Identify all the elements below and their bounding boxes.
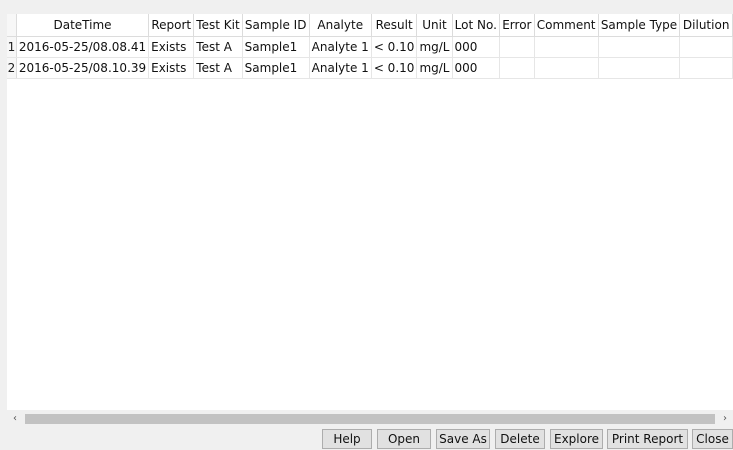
header-corner[interactable] xyxy=(7,14,17,37)
column-header-sample-type[interactable]: Sample Type xyxy=(598,14,681,37)
scroll-track[interactable] xyxy=(25,414,715,424)
cell-analyte[interactable]: Analyte 1 xyxy=(309,36,372,58)
column-header-unit[interactable]: Unit xyxy=(416,14,453,37)
horizontal-scrollbar[interactable]: ‹ › xyxy=(7,410,733,428)
column-header-error[interactable]: Error xyxy=(499,14,535,37)
column-header-analyte[interactable]: Analyte xyxy=(309,14,372,37)
column-header-report[interactable]: Report xyxy=(148,14,195,37)
cell-test-kit[interactable]: Test A xyxy=(193,57,243,79)
cell-dilution[interactable] xyxy=(679,57,733,79)
cell-comment[interactable] xyxy=(534,57,599,79)
cell-sample-id[interactable]: Sample1 xyxy=(242,36,310,58)
button-bar: Help Open Save As Delete Explore Print R… xyxy=(0,428,733,450)
column-header-sample-id[interactable]: Sample ID xyxy=(242,14,310,37)
column-header-lot-no[interactable]: Lot No. xyxy=(452,14,501,37)
cell-comment[interactable] xyxy=(534,36,599,58)
column-header-result[interactable]: Result xyxy=(371,14,418,37)
cell-dilution[interactable] xyxy=(679,36,733,58)
cell-datetime[interactable]: 2016-05-25/08.10.39 xyxy=(16,57,150,79)
cell-result[interactable]: < 0.10 xyxy=(371,36,418,58)
help-button[interactable]: Help xyxy=(322,429,372,449)
cell-unit[interactable]: mg/L xyxy=(416,57,453,79)
cell-sample-id[interactable]: Sample1 xyxy=(242,57,310,79)
column-header-comment[interactable]: Comment xyxy=(534,14,599,37)
cell-error[interactable] xyxy=(499,36,535,58)
cell-unit[interactable]: mg/L xyxy=(416,36,453,58)
delete-button[interactable]: Delete xyxy=(495,429,545,449)
cell-sample-type[interactable] xyxy=(598,36,681,58)
save-as-button[interactable]: Save As xyxy=(436,429,490,449)
cell-lot-no[interactable]: 000 xyxy=(452,36,501,58)
open-button[interactable]: Open xyxy=(377,429,431,449)
table-header-row: DateTime Report Test Kit Sample ID Analy… xyxy=(7,14,733,37)
cell-result[interactable]: < 0.10 xyxy=(371,57,418,79)
cell-sample-type[interactable] xyxy=(598,57,681,79)
cell-report[interactable]: Exists xyxy=(148,36,195,58)
print-report-button[interactable]: Print Report xyxy=(607,429,688,449)
results-table-area[interactable]: DateTime Report Test Kit Sample ID Analy… xyxy=(7,14,733,410)
scroll-thumb[interactable] xyxy=(25,414,715,424)
cell-report[interactable]: Exists xyxy=(148,57,195,79)
column-header-datetime[interactable]: DateTime xyxy=(16,14,150,37)
row-number[interactable]: 1 xyxy=(7,36,17,58)
scroll-right-icon[interactable]: › xyxy=(717,410,733,428)
scroll-left-icon[interactable]: ‹ xyxy=(7,410,23,428)
column-header-dilution[interactable]: Dilution xyxy=(679,14,733,37)
cell-test-kit[interactable]: Test A xyxy=(193,36,243,58)
close-button[interactable]: Close xyxy=(692,429,733,449)
results-table[interactable]: DateTime Report Test Kit Sample ID Analy… xyxy=(7,14,733,79)
explore-button[interactable]: Explore xyxy=(550,429,603,449)
cell-lot-no[interactable]: 000 xyxy=(452,57,501,79)
cell-error[interactable] xyxy=(499,57,535,79)
table-row[interactable]: 1 2016-05-25/08.08.41 Exists Test A Samp… xyxy=(7,36,733,58)
cell-datetime[interactable]: 2016-05-25/08.08.41 xyxy=(16,36,150,58)
cell-analyte[interactable]: Analyte 1 xyxy=(309,57,372,79)
table-row[interactable]: 2 2016-05-25/08.10.39 Exists Test A Samp… xyxy=(7,57,733,79)
row-number[interactable]: 2 xyxy=(7,57,17,79)
column-header-test-kit[interactable]: Test Kit xyxy=(193,14,243,37)
